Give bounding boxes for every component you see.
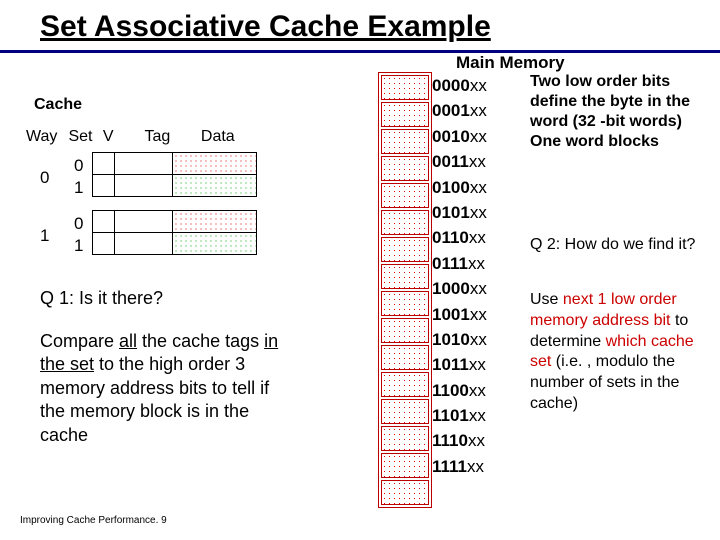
cache-column-headers: Way Set V Tag Data	[26, 128, 248, 146]
mm-address: 0010xx	[432, 124, 487, 149]
mm-address: 0001xx	[432, 98, 487, 123]
right-note-1: Two low order bits define the byte in th…	[530, 72, 710, 152]
hdr-way: Way	[26, 128, 64, 146]
hdr-v: V	[103, 128, 127, 146]
mm-address: 0000xx	[432, 73, 487, 98]
way-1-label: 1	[40, 226, 49, 246]
main-memory-column	[378, 72, 432, 508]
data-cell-icon	[173, 153, 257, 175]
hdr-tag: Tag	[131, 128, 183, 146]
q2-heading: Q 2: How do we find it?	[530, 236, 720, 254]
cache-heading: Cache	[34, 96, 82, 114]
data-cell-icon	[173, 233, 257, 255]
right-note-2: Use next 1 low order memory address bit …	[530, 290, 715, 415]
mm-address: 1001xx	[432, 302, 487, 327]
way0-set1-label: 1	[74, 178, 83, 198]
mm-address: 1011xx	[432, 352, 487, 377]
cache-way-1	[92, 210, 257, 255]
way0-set0-label: 0	[74, 156, 83, 176]
main-memory-addresses: 0000xx0001xx0010xx0011xx0100xx0101xx0110…	[432, 73, 487, 479]
mm-address: 0101xx	[432, 200, 487, 225]
mm-address: 1000xx	[432, 276, 487, 301]
slide-footer: Improving Cache Performance. 9	[20, 515, 167, 526]
way1-set1-label: 1	[74, 236, 83, 256]
mm-address: 0111xx	[432, 251, 487, 276]
data-cell-icon	[173, 211, 257, 233]
mm-address: 1010xx	[432, 327, 487, 352]
hdr-data: Data	[188, 128, 248, 146]
mm-address: 1101xx	[432, 403, 487, 428]
way-0-label: 0	[40, 168, 49, 188]
mm-address: 1111xx	[432, 454, 487, 479]
q1-heading: Q 1: Is it there?	[40, 288, 163, 309]
data-cell-icon	[173, 175, 257, 197]
table-row	[93, 211, 257, 233]
mm-address: 1110xx	[432, 428, 487, 453]
main-memory-heading: Main Memory	[456, 53, 565, 73]
page-title: Set Associative Cache Example	[40, 10, 491, 44]
mm-address: 0011xx	[432, 149, 487, 174]
table-row	[93, 175, 257, 197]
mm-address: 0110xx	[432, 225, 487, 250]
table-row	[93, 233, 257, 255]
mm-address: 1100xx	[432, 378, 487, 403]
mm-address: 0100xx	[432, 175, 487, 200]
hdr-set: Set	[68, 128, 98, 146]
way1-set0-label: 0	[74, 214, 83, 234]
title-rule	[0, 50, 720, 53]
q1-body: Compare all the cache tags in the set to…	[40, 330, 280, 447]
cache-way-0	[92, 152, 257, 197]
table-row	[93, 153, 257, 175]
